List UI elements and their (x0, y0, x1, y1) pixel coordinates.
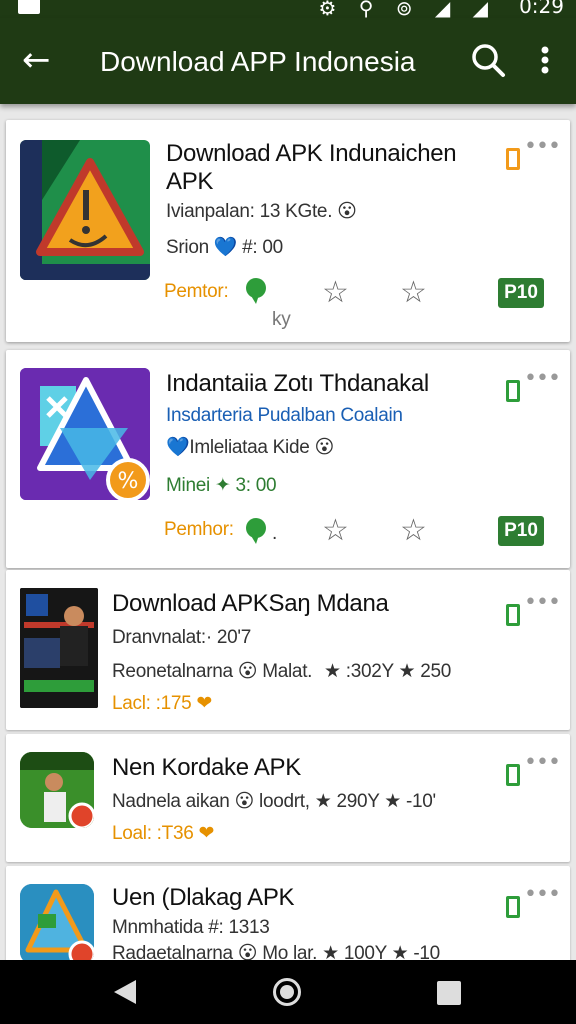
app-version: Srion 💙 #: 00 (166, 237, 283, 258)
app-size: 💙Imleliataa Kide 😮 (166, 437, 334, 458)
app-rating: Radaetalnarna 😮 Mo lar. ★ 100Y ★ -10 (112, 943, 440, 960)
app-likes: Lacl: :175 ❤ (112, 693, 212, 714)
rating-label: Pemhor: (164, 519, 234, 540)
list-item[interactable]: % Indantaiia Zotı Thdanakal Insdarteria … (6, 350, 570, 568)
bookmark-icon[interactable] (506, 604, 520, 626)
bookmark-icon[interactable] (506, 896, 520, 918)
app-title: Download APKSaŋ Mdana (112, 590, 389, 617)
app-title: Nen Kordake APK (112, 754, 301, 781)
overflow-menu-icon[interactable] (530, 40, 560, 80)
star-half-icon[interactable]: ☆ (400, 278, 427, 308)
app-title: Uen (Dlakag APK (112, 884, 295, 911)
app-version: Minei ✦ 3: 00 (166, 475, 277, 496)
leaf-icon (246, 278, 266, 304)
nav-back-icon[interactable] (114, 980, 136, 1004)
page-title: Download APP Indonesia (100, 46, 416, 77)
back-arrow-icon[interactable]: ← (22, 40, 58, 80)
app-title: Indantaiia Zotı Thdanakal (166, 370, 429, 397)
extra-text: ky (272, 309, 291, 330)
star-half-icon[interactable]: ☆ (400, 516, 427, 546)
app-title: Download APK Indunaichen (166, 140, 457, 167)
app-size: Ivianpalan: 13 KGte. 😮 (166, 201, 357, 222)
more-dots-icon[interactable]: ••• (524, 590, 561, 615)
app-title-line2: APK (166, 168, 214, 195)
app-subtitle: Insdarteria Pudalban Coalain (166, 405, 403, 426)
app-meta: Mnmhatida #: 1313 (112, 917, 270, 938)
nav-home-icon[interactable] (273, 978, 301, 1006)
bookmark-icon[interactable] (506, 764, 520, 786)
app-meta: Reonetalnarna 😮 Malat. (112, 661, 313, 682)
app-icon (20, 588, 98, 708)
status-clock: 0:29 (519, 0, 564, 18)
app-icon (20, 140, 150, 280)
search-icon[interactable] (468, 40, 508, 80)
list-item[interactable]: Nen Kordake APK Nadnela aikan 😮 loodrt, … (6, 734, 570, 862)
nav-recents-icon[interactable] (437, 981, 461, 1005)
more-dots-icon[interactable]: ••• (524, 134, 561, 159)
list-item[interactable]: Uen (Dlakag APK Mnmhatida #: 1313 Radaet… (6, 866, 570, 960)
app-icon (20, 884, 94, 960)
leaf-icon (246, 518, 266, 544)
price-badge[interactable]: P10 (498, 278, 544, 308)
app-rating: ★ :302Y ★ 250 (324, 661, 452, 682)
app-icon (20, 752, 94, 828)
app-icon: % (20, 368, 150, 500)
list-item[interactable]: Download APKSaŋ Mdana Dranvnalat:· 20'7 … (6, 570, 570, 730)
gallery-notification-icon (18, 0, 40, 14)
app-meta: Nadnela aikan 😮 loodrt, ★ 290Y ★ -10' (112, 791, 436, 812)
status-icons: ⚙ ⚲ ⊚ ◢ ◢ (318, 0, 496, 20)
rating-label: Pemtor: (164, 281, 229, 302)
more-dots-icon[interactable]: ••• (524, 366, 561, 391)
more-dots-icon[interactable]: ••• (524, 882, 561, 907)
list-item[interactable]: Download APK Indunaichen APK Ivianpalan:… (6, 120, 570, 342)
svg-text:%: % (118, 469, 139, 494)
extra-text: . (272, 523, 277, 544)
bookmark-icon[interactable] (506, 148, 520, 170)
star-outline-icon[interactable]: ☆ (322, 278, 349, 308)
star-outline-icon[interactable]: ☆ (322, 516, 349, 546)
app-likes: Loal: :T36 ❤ (112, 823, 215, 844)
app-date: Dranvnalat:· 20'7 (112, 627, 251, 648)
system-nav-bar (0, 960, 576, 1024)
bookmark-icon[interactable] (506, 380, 520, 402)
app-bar: ← Download APP Indonesia (0, 18, 576, 104)
more-dots-icon[interactable]: ••• (524, 750, 561, 775)
price-badge[interactable]: P10 (498, 516, 544, 546)
status-bar: ⚙ ⚲ ⊚ ◢ ◢ 0:29 (0, 0, 576, 20)
app-list: Download APK Indunaichen APK Ivianpalan:… (0, 104, 576, 960)
